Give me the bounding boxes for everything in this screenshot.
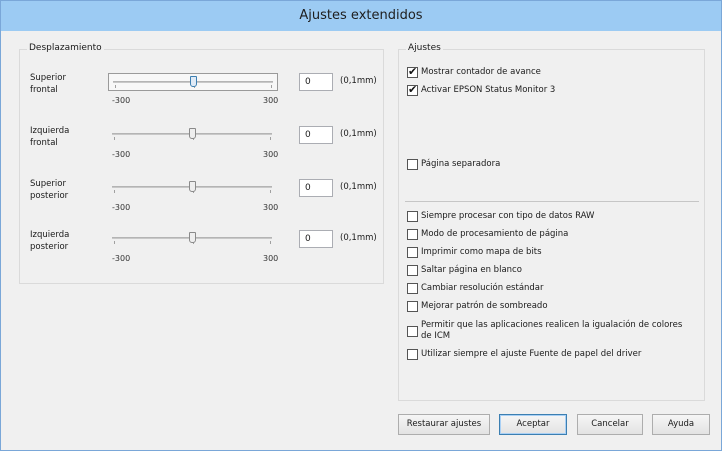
slider-thumb[interactable] xyxy=(189,181,196,192)
slider-thumb[interactable] xyxy=(190,76,197,87)
slider-tick xyxy=(114,241,115,244)
slider-label-superior-frontal: Superior frontal xyxy=(30,73,66,95)
offset-input-izquierda-frontal[interactable]: 0 xyxy=(299,126,333,144)
offset-input-izquierda-posterior[interactable]: 0 xyxy=(299,230,333,248)
slider-tick xyxy=(114,190,115,193)
slider-max-label: 300 xyxy=(263,150,279,159)
divider xyxy=(405,201,699,202)
accept-button[interactable]: Aceptar xyxy=(499,414,567,435)
slider-label-izquierda-frontal: Izquierda frontal xyxy=(30,126,70,148)
offset-input-superior-posterior[interactable]: 0 xyxy=(299,179,333,197)
checkbox[interactable] xyxy=(407,265,418,276)
slider-thumb[interactable] xyxy=(189,232,196,243)
slider-izquierda-posterior[interactable] xyxy=(108,230,278,248)
option-label: Siempre procesar con tipo de datos RAW xyxy=(421,211,595,221)
checkbox[interactable] xyxy=(407,211,418,222)
option-label: Permitir que las aplicaciones realicen l… xyxy=(421,320,683,341)
restore-settings-button[interactable]: Restaurar ajustes xyxy=(398,414,490,435)
settings-group-label: Ajustes xyxy=(406,43,443,53)
option-improve-shading[interactable]: Mejorar patrón de sombreado xyxy=(407,300,548,314)
checkbox[interactable] xyxy=(407,83,418,96)
option-label: Mostrar contador de avance xyxy=(421,67,541,77)
cancel-button[interactable]: Cancelar xyxy=(577,414,643,435)
slider-superior-posterior[interactable] xyxy=(108,179,278,197)
slider-label-izquierda-posterior: Izquierda posterior xyxy=(30,230,70,252)
checkbox[interactable] xyxy=(407,65,418,78)
unit-label: (0,1mm) xyxy=(340,129,377,139)
help-button[interactable]: Ayuda xyxy=(652,414,710,435)
slider-tick xyxy=(271,85,272,88)
extended-settings-dialog: Ajustes extendidos Desplazamiento Superi… xyxy=(0,0,722,451)
unit-label: (0,1mm) xyxy=(340,76,377,86)
unit-label: (0,1mm) xyxy=(340,233,377,243)
slider-tick xyxy=(115,85,116,88)
option-change-resolution[interactable]: Cambiar resolución estándar xyxy=(407,282,544,296)
option-driver-paper-source[interactable]: Utilizar siempre el ajuste Fuente de pap… xyxy=(407,348,641,362)
checkbox[interactable] xyxy=(407,159,418,170)
option-page-processing-mode[interactable]: Modo de procesamiento de página xyxy=(407,228,568,242)
slider-max-label: 300 xyxy=(263,254,279,263)
option-label: Saltar página en blanco xyxy=(421,265,522,275)
option-skip-blank-page[interactable]: Saltar página en blanco xyxy=(407,264,522,278)
slider-tick xyxy=(270,190,271,193)
slider-min-label: -300 xyxy=(112,203,131,212)
option-label: Mejorar patrón de sombreado xyxy=(421,301,548,311)
slider-min-label: -300 xyxy=(112,96,131,105)
slider-superior-frontal[interactable] xyxy=(108,73,278,91)
slider-label-superior-posterior: Superior posterior xyxy=(30,179,69,201)
checkbox[interactable] xyxy=(407,349,418,360)
checkbox[interactable] xyxy=(407,326,418,337)
unit-label: (0,1mm) xyxy=(340,182,377,192)
option-icm-matching[interactable]: Permitir que las aplicaciones realicen l… xyxy=(407,320,682,344)
slider-tick xyxy=(270,241,271,244)
slider-tick xyxy=(270,137,271,140)
option-label: Utilizar siempre el ajuste Fuente de pap… xyxy=(421,349,642,359)
option-label: Modo de procesamiento de página xyxy=(421,229,569,239)
option-label: Activar EPSON Status Monitor 3 xyxy=(421,85,556,95)
slider-tick xyxy=(114,137,115,140)
slider-max-label: 300 xyxy=(263,96,279,105)
title-bar: Ajustes extendidos xyxy=(1,1,721,31)
option-raw-datatype[interactable]: Siempre procesar con tipo de datos RAW xyxy=(407,210,594,224)
slider-min-label: -300 xyxy=(112,254,131,263)
checkbox[interactable] xyxy=(407,283,418,294)
dialog-body: Desplazamiento Superior frontal -300 300… xyxy=(15,32,710,442)
offset-group: Desplazamiento Superior frontal -300 300… xyxy=(19,43,384,284)
settings-group: Ajustes Mostrar contador de avance Activ… xyxy=(398,43,705,401)
slider-izquierda-frontal[interactable] xyxy=(108,126,278,144)
offset-group-label: Desplazamiento xyxy=(27,43,104,53)
option-label: Cambiar resolución estándar xyxy=(421,283,544,293)
option-print-as-bitmap[interactable]: Imprimir como mapa de bits xyxy=(407,246,542,260)
window-title: Ajustes extendidos xyxy=(299,8,423,23)
checkbox[interactable] xyxy=(407,247,418,258)
option-separator-page[interactable]: Página separadora xyxy=(407,158,500,172)
option-progress-counter[interactable]: Mostrar contador de avance xyxy=(407,65,541,80)
checkbox[interactable] xyxy=(407,301,418,312)
checkbox[interactable] xyxy=(407,229,418,240)
slider-max-label: 300 xyxy=(263,203,279,212)
option-label: Imprimir como mapa de bits xyxy=(421,247,542,257)
option-status-monitor[interactable]: Activar EPSON Status Monitor 3 xyxy=(407,83,556,98)
option-label: Página separadora xyxy=(421,159,501,169)
slider-min-label: -300 xyxy=(112,150,131,159)
slider-thumb[interactable] xyxy=(189,128,196,139)
offset-input-superior-frontal[interactable]: 0 xyxy=(299,73,333,91)
